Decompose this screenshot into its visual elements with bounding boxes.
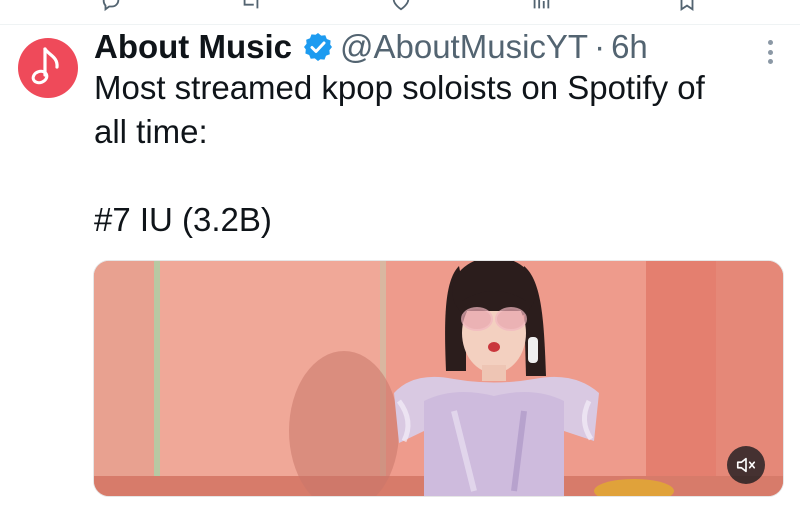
music-note-icon xyxy=(31,47,59,85)
more-vertical-icon[interactable] xyxy=(762,40,778,64)
post-text-line: Most streamed kpop soloists on Spotify o… xyxy=(94,69,705,106)
bookmark-icon xyxy=(680,0,694,11)
post-timestamp[interactable]: 6h xyxy=(611,26,648,68)
post-header: About Music @AboutMusicYT · 6h xyxy=(94,26,648,68)
volume-muted-icon xyxy=(736,457,756,473)
like-icon xyxy=(392,0,410,11)
post-text-line: all time: xyxy=(94,113,208,150)
separator-dot: · xyxy=(594,28,606,65)
author-handle[interactable]: @AboutMusicYT xyxy=(340,26,588,68)
author-display-name[interactable]: About Music xyxy=(94,26,292,68)
views-icon xyxy=(533,0,550,9)
reply-button[interactable] xyxy=(100,0,122,12)
previous-post-action-bar xyxy=(0,0,800,25)
video-frame-image xyxy=(94,261,783,496)
timeline: About Music @AboutMusicYT · 6h Most stre… xyxy=(0,0,800,520)
avatar[interactable] xyxy=(18,38,78,98)
post-video[interactable] xyxy=(93,260,784,497)
verified-badge-icon xyxy=(302,31,334,63)
mute-toggle-button[interactable] xyxy=(727,446,765,484)
bookmark-button[interactable] xyxy=(676,0,698,12)
post-text-line: #7 IU (3.2B) xyxy=(94,201,272,238)
views-button[interactable] xyxy=(530,0,552,12)
repost-button[interactable] xyxy=(240,0,262,12)
like-button[interactable] xyxy=(390,0,412,12)
post-text: Most streamed kpop soloists on Spotify o… xyxy=(94,66,784,242)
repost-icon xyxy=(243,0,259,9)
reply-icon xyxy=(102,0,120,12)
